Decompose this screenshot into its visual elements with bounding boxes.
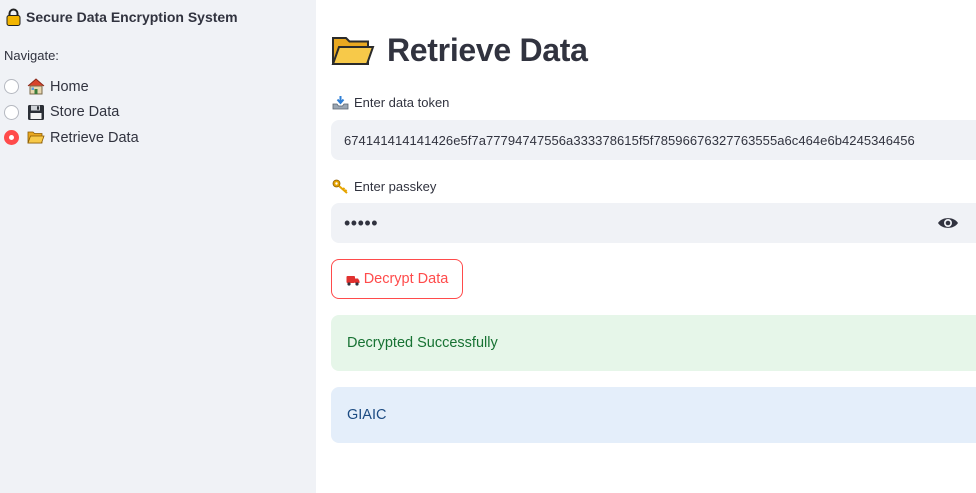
token-label-text: Enter data token	[354, 95, 450, 110]
navigation-radio-group: Home Store Data Retrieve Data	[4, 74, 139, 151]
radio-button-selected[interactable]	[4, 130, 19, 146]
navigate-label: Navigate:	[4, 48, 59, 63]
nav-option-retrieve-data[interactable]: Retrieve Data	[4, 125, 139, 151]
floppy-disk-icon	[27, 104, 45, 121]
decrypted-output-box: GIAIC	[331, 387, 976, 443]
open-folder-icon	[27, 129, 45, 146]
nav-option-label: Store Data	[50, 104, 120, 121]
main-content: Retrieve Data Enter data token 674141414…	[331, 0, 976, 493]
sidebar-title-text: Secure Data Encryption System	[26, 9, 238, 25]
lock-icon	[6, 8, 21, 26]
house-icon	[27, 78, 45, 95]
token-field-label: Enter data token	[332, 95, 449, 110]
data-token-input[interactable]: 674141414141426e5f7a77794747556a33337861…	[331, 120, 976, 160]
delivery-truck-icon	[346, 274, 360, 286]
radio-button[interactable]	[4, 104, 19, 120]
success-alert: Decrypted Successfully	[331, 315, 976, 371]
decrypt-button-label: Decrypt Data	[363, 271, 449, 287]
page-title: Retrieve Data	[331, 32, 588, 69]
nav-option-store-data[interactable]: Store Data	[4, 100, 139, 126]
nav-option-label: Home	[50, 78, 89, 95]
passkey-label-text: Enter passkey	[354, 179, 437, 194]
eye-icon[interactable]	[937, 215, 959, 231]
decrypted-text: GIAIC	[347, 407, 387, 423]
page-title-text: Retrieve Data	[387, 32, 588, 68]
radio-button[interactable]	[4, 79, 19, 95]
passkey-field-label: Enter passkey	[332, 179, 436, 194]
inbox-tray-icon	[332, 95, 349, 110]
success-message: Decrypted Successfully	[347, 335, 498, 351]
nav-option-label: Retrieve Data	[50, 129, 139, 146]
decrypt-data-button[interactable]: Decrypt Data	[331, 259, 463, 299]
nav-option-home[interactable]: Home	[4, 74, 139, 100]
key-icon	[332, 179, 349, 194]
passkey-input[interactable]: •••••	[331, 203, 976, 243]
sidebar-title: Secure Data Encryption System	[6, 8, 238, 26]
sidebar: Secure Data Encryption System Navigate: …	[0, 0, 316, 493]
open-folder-icon	[331, 33, 375, 69]
